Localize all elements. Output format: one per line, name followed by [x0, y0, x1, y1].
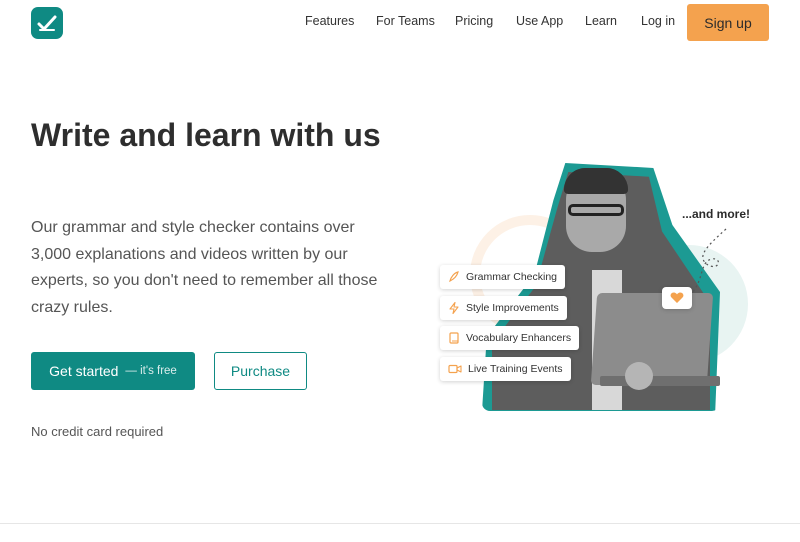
checkmark-logo-icon [37, 15, 57, 31]
person-hair-top [564, 168, 628, 194]
hero-illustration: ...and more! Grammar Checking Style Impr… [430, 150, 770, 420]
section-divider [0, 523, 800, 524]
nav-log-in[interactable]: Log in [641, 14, 675, 28]
laptop-base [600, 376, 720, 386]
nav-use-app[interactable]: Use App [516, 14, 563, 28]
nav-learn[interactable]: Learn [585, 14, 617, 28]
nav-features[interactable]: Features [305, 14, 354, 28]
feature-grammar-checking: Grammar Checking [440, 265, 566, 289]
nav-for-teams[interactable]: For Teams [376, 14, 435, 28]
lightning-icon [449, 302, 459, 314]
get-started-note: — it's free [125, 365, 177, 377]
feature-label: Vocabulary Enhancers [466, 332, 572, 344]
feature-label: Grammar Checking [466, 271, 558, 283]
purchase-button[interactable]: Purchase [214, 352, 307, 390]
feature-style-improvements: Style Improvements [440, 296, 567, 320]
dotted-arrow-icon [691, 228, 727, 294]
hero-title: Write and learn with us [31, 117, 381, 153]
person-hand [625, 362, 653, 390]
book-icon [449, 332, 459, 344]
no-credit-card-note: No credit card required [31, 424, 164, 439]
video-camera-icon [448, 364, 462, 374]
quill-icon [449, 271, 459, 283]
get-started-button[interactable]: Get started — it's free [31, 352, 195, 390]
get-started-label: Get started [49, 363, 119, 379]
nav-pricing[interactable]: Pricing [455, 14, 493, 28]
hero-description: Our grammar and style checker contains o… [31, 219, 378, 316]
feature-label: Style Improvements [466, 302, 559, 314]
feature-vocabulary-enhancers: Vocabulary Enhancers [440, 326, 580, 350]
feature-label: Live Training Events [468, 363, 563, 375]
logo[interactable] [31, 7, 63, 39]
heart-card [662, 287, 692, 309]
feature-live-training-events: Live Training Events [440, 357, 571, 381]
and-more-label: ...and more! [682, 207, 751, 221]
site-header: Features For Teams Pricing Use App Learn… [0, 0, 800, 44]
heart-icon [670, 292, 684, 303]
person-glasses [568, 204, 624, 216]
sign-up-button[interactable]: Sign up [687, 4, 769, 41]
